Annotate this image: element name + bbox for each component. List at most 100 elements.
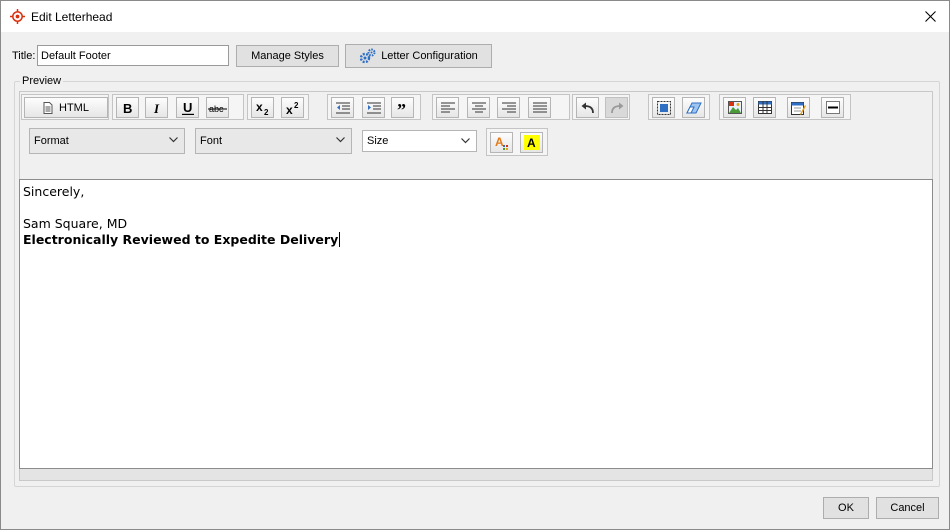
title-field-label: Title: — [12, 50, 36, 62]
image-icon — [727, 101, 742, 114]
strikethrough-button[interactable]: abc — [206, 97, 229, 118]
cancel-button[interactable]: Cancel — [876, 497, 939, 519]
svg-text:2: 2 — [294, 101, 299, 110]
chevron-down-icon — [336, 137, 345, 143]
editor-line-bold-text: Electronically Reviewed to Expedite Deli… — [23, 232, 339, 247]
size-select-label: Size — [367, 135, 389, 147]
ok-button[interactable]: OK — [823, 497, 869, 519]
manage-styles-button[interactable]: Manage Styles — [236, 45, 339, 67]
font-select-label: Font — [200, 135, 223, 147]
toolbar-group-source: HTML — [21, 94, 109, 120]
gears-icon — [359, 48, 376, 64]
redo-icon — [610, 102, 623, 113]
toolbar-group-script: x2 x2 — [247, 94, 309, 120]
align-center-icon — [471, 102, 486, 112]
cancel-label: Cancel — [890, 502, 925, 514]
highlight-color-button[interactable]: A — [520, 132, 543, 153]
horizontal-rule-icon — [825, 101, 840, 114]
rich-text-editor[interactable]: Sincerely, Sam Square, MD Electronically… — [19, 179, 933, 469]
svg-text:x: x — [286, 103, 293, 115]
insert-table-button[interactable] — [753, 97, 776, 118]
ok-label: OK — [838, 502, 854, 514]
format-select-label: Format — [34, 135, 69, 147]
insert-image-button[interactable] — [723, 97, 746, 118]
format-select[interactable]: Format — [29, 128, 185, 154]
size-select[interactable]: Size — [362, 130, 477, 152]
underline-icon: U — [181, 101, 194, 115]
text-caret — [339, 232, 341, 247]
align-center-button[interactable] — [467, 97, 490, 118]
svg-text:I: I — [153, 102, 160, 114]
close-button[interactable] — [917, 5, 943, 27]
html-label: HTML — [59, 101, 89, 114]
table-icon — [757, 101, 772, 114]
svg-text:B: B — [123, 102, 132, 114]
align-left-button[interactable] — [436, 97, 459, 118]
bold-button[interactable]: B — [116, 97, 139, 118]
manage-styles-label: Manage Styles — [251, 50, 324, 62]
svg-text:2: 2 — [264, 108, 269, 115]
letter-configuration-label: Letter Configuration — [381, 50, 478, 62]
subscript-icon: x2 — [256, 101, 269, 115]
redo-button[interactable] — [605, 97, 628, 118]
calendar-icon — [791, 101, 806, 115]
preview-legend: Preview — [20, 75, 64, 87]
edit-letterhead-dialog: Edit Letterhead Title: Manage Styles Let… — [0, 0, 950, 530]
eraser-icon — [685, 102, 702, 113]
toolbar-group-style: B I U abc — [112, 94, 244, 120]
toolbar-group-insert — [719, 94, 851, 120]
horizontal-rule-button[interactable] — [821, 97, 844, 118]
close-icon — [924, 10, 936, 22]
strikethrough-icon: abc — [207, 104, 227, 114]
title-bar[interactable]: Edit Letterhead — [1, 1, 949, 32]
align-right-icon — [501, 102, 516, 112]
insert-date-button[interactable] — [787, 97, 810, 118]
undo-button[interactable] — [576, 97, 599, 118]
toolbar-group-selection — [648, 94, 710, 120]
highlight-color-icon: A — [523, 135, 540, 150]
toolbar-group-align — [432, 94, 570, 120]
indent-icon — [366, 102, 381, 113]
subscript-button[interactable]: x2 — [251, 97, 274, 118]
superscript-button[interactable]: x2 — [281, 97, 304, 118]
editor-status-bar — [19, 469, 933, 481]
align-left-icon — [440, 102, 455, 112]
editor-line-bold: Electronically Reviewed to Expedite Deli… — [23, 232, 929, 248]
blockquote-button[interactable]: ” — [391, 97, 414, 118]
editor-toolbar: HTML B I U abc x2 x2 ” Format Font Size … — [19, 91, 933, 179]
editor-line: Sam Square, MD — [23, 216, 128, 231]
chevron-down-icon — [169, 137, 178, 143]
window-title: Edit Letterhead — [31, 10, 113, 24]
document-icon — [43, 101, 53, 114]
svg-text:U: U — [183, 101, 192, 115]
outdent-icon — [335, 102, 350, 113]
letter-configuration-button[interactable]: Letter Configuration — [345, 44, 492, 68]
align-justify-button[interactable] — [528, 97, 551, 118]
toolbar-group-indent: ” — [327, 94, 421, 120]
underline-button[interactable]: U — [176, 97, 199, 118]
target-icon — [10, 9, 25, 24]
undo-icon — [581, 102, 594, 113]
toolbar-group-colors: A A — [486, 128, 548, 156]
select-all-icon — [656, 100, 671, 115]
text-color-icon: A — [495, 136, 508, 150]
title-input[interactable] — [37, 45, 229, 66]
svg-text:x: x — [256, 101, 263, 114]
bold-icon: B — [123, 102, 132, 114]
select-all-button[interactable] — [652, 97, 675, 118]
editor-line: Sincerely, — [23, 184, 85, 199]
chevron-down-icon — [461, 138, 470, 144]
html-source-button[interactable]: HTML — [24, 97, 108, 118]
remove-format-button[interactable] — [682, 97, 705, 118]
italic-icon: I — [153, 102, 160, 114]
italic-button[interactable]: I — [145, 97, 168, 118]
font-select[interactable]: Font — [195, 128, 352, 154]
indent-button[interactable] — [362, 97, 385, 118]
highlight-glyph: A — [527, 136, 536, 150]
superscript-icon: x2 — [286, 101, 299, 115]
outdent-button[interactable] — [331, 97, 354, 118]
text-color-button[interactable]: A — [490, 132, 513, 153]
align-right-button[interactable] — [497, 97, 520, 118]
svg-text:”: ” — [397, 102, 406, 114]
